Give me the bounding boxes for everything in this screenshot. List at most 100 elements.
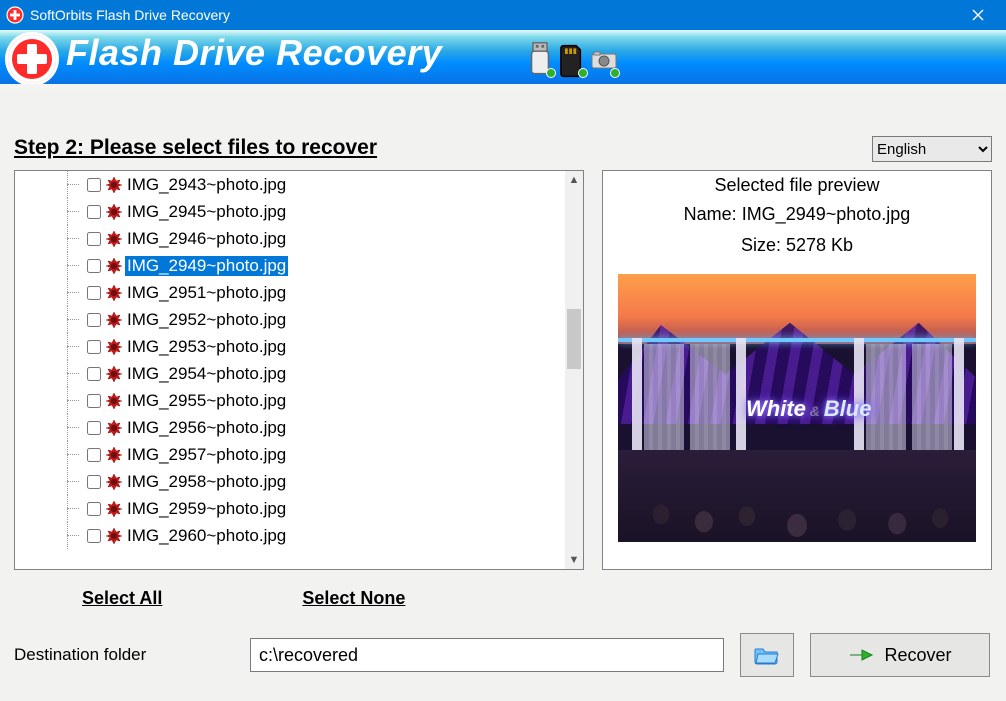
- file-checkbox[interactable]: [87, 340, 101, 354]
- scroll-thumb[interactable]: [567, 309, 581, 369]
- image-file-icon: [105, 257, 123, 275]
- camera-icon: [590, 44, 618, 76]
- file-checkbox[interactable]: [87, 232, 101, 246]
- tree-line: [57, 360, 83, 387]
- file-name-label: IMG_2946~photo.jpg: [125, 229, 288, 249]
- file-checkbox[interactable]: [87, 421, 101, 435]
- image-file-icon: [105, 365, 123, 383]
- file-name-label: IMG_2943~photo.jpg: [125, 175, 288, 195]
- file-row[interactable]: IMG_2945~photo.jpg: [15, 198, 565, 225]
- image-file-icon: [105, 203, 123, 221]
- file-checkbox[interactable]: [87, 178, 101, 192]
- tree-line: [57, 441, 83, 468]
- file-row[interactable]: IMG_2959~photo.jpg: [15, 495, 565, 522]
- file-checkbox[interactable]: [87, 529, 101, 543]
- tree-line: [57, 333, 83, 360]
- file-name-label: IMG_2957~photo.jpg: [125, 445, 288, 465]
- destination-folder-input[interactable]: [250, 638, 724, 672]
- app-logo: [8, 35, 56, 83]
- tree-line: [57, 252, 83, 279]
- file-checkbox[interactable]: [87, 286, 101, 300]
- image-file-icon: [105, 230, 123, 248]
- tree-line: [57, 414, 83, 441]
- window-close-button[interactable]: [956, 0, 1000, 30]
- app-banner: Flash Drive Recovery: [0, 30, 1006, 90]
- file-name-label: IMG_2945~photo.jpg: [125, 202, 288, 222]
- file-row[interactable]: IMG_2958~photo.jpg: [15, 468, 565, 495]
- file-list[interactable]: IMG_2943~photo.jpg IMG_2945~photo.jpg IM…: [15, 171, 565, 569]
- file-row[interactable]: IMG_2960~photo.jpg: [15, 522, 565, 549]
- file-row[interactable]: IMG_2951~photo.jpg: [15, 279, 565, 306]
- preview-file-size: Size: 5278 Kb: [741, 235, 853, 256]
- file-name-label: IMG_2952~photo.jpg: [125, 310, 288, 330]
- image-file-icon: [105, 311, 123, 329]
- preview-name-label: Name:: [684, 204, 742, 224]
- image-file-icon: [105, 392, 123, 410]
- file-row[interactable]: IMG_2957~photo.jpg: [15, 441, 565, 468]
- file-row[interactable]: IMG_2952~photo.jpg: [15, 306, 565, 333]
- file-row[interactable]: IMG_2955~photo.jpg: [15, 387, 565, 414]
- file-row[interactable]: IMG_2943~photo.jpg: [15, 171, 565, 198]
- window-title: SoftOrbits Flash Drive Recovery: [30, 7, 230, 23]
- tree-line: [57, 279, 83, 306]
- file-name-label: IMG_2953~photo.jpg: [125, 337, 288, 357]
- file-list-scrollbar[interactable]: ▲ ▼: [565, 171, 583, 569]
- tree-line: [57, 171, 83, 198]
- image-file-icon: [105, 284, 123, 302]
- preview-overlay-text-white: White: [746, 396, 806, 421]
- preview-file-name: Name: IMG_2949~photo.jpg: [684, 204, 911, 225]
- image-file-icon: [105, 419, 123, 437]
- file-row[interactable]: IMG_2954~photo.jpg: [15, 360, 565, 387]
- tree-line: [57, 198, 83, 225]
- preview-heading: Selected file preview: [714, 175, 879, 196]
- image-file-icon: [105, 176, 123, 194]
- image-file-icon: [105, 500, 123, 518]
- file-name-label: IMG_2959~photo.jpg: [125, 499, 288, 519]
- scroll-track[interactable]: [565, 189, 583, 551]
- file-row[interactable]: IMG_2949~photo.jpg: [15, 252, 565, 279]
- file-checkbox[interactable]: [87, 205, 101, 219]
- select-none-link[interactable]: Select None: [302, 588, 405, 609]
- language-select[interactable]: English: [872, 136, 992, 162]
- file-checkbox[interactable]: [87, 367, 101, 381]
- image-file-icon: [105, 446, 123, 464]
- file-name-label: IMG_2954~photo.jpg: [125, 364, 288, 384]
- file-row[interactable]: IMG_2946~photo.jpg: [15, 225, 565, 252]
- file-name-label: IMG_2955~photo.jpg: [125, 391, 288, 411]
- file-row[interactable]: IMG_2953~photo.jpg: [15, 333, 565, 360]
- file-name-label: IMG_2960~photo.jpg: [125, 526, 288, 546]
- scroll-up-button[interactable]: ▲: [565, 171, 583, 189]
- tree-line: [57, 522, 83, 549]
- recover-button-label: Recover: [884, 645, 951, 666]
- file-list-panel: IMG_2943~photo.jpg IMG_2945~photo.jpg IM…: [14, 170, 584, 570]
- usb-drive-icon: [526, 44, 554, 76]
- supported-devices: [526, 44, 618, 76]
- file-checkbox[interactable]: [87, 313, 101, 327]
- file-checkbox[interactable]: [87, 394, 101, 408]
- browse-folder-button[interactable]: [740, 633, 794, 677]
- preview-name-value: IMG_2949~photo.jpg: [742, 204, 911, 224]
- preview-image: White & Blue: [618, 274, 976, 542]
- select-all-link[interactable]: Select All: [82, 588, 162, 609]
- file-name-label: IMG_2958~photo.jpg: [125, 472, 288, 492]
- tree-line: [57, 306, 83, 333]
- file-checkbox[interactable]: [87, 259, 101, 273]
- tree-line: [57, 387, 83, 414]
- file-name-label: IMG_2949~photo.jpg: [125, 256, 288, 276]
- close-icon: [972, 9, 984, 21]
- main-content: Step 2: Please select files to recover E…: [0, 90, 1006, 701]
- recover-arrow-icon: [848, 645, 874, 665]
- preview-overlay-text-blue: Blue: [824, 396, 872, 421]
- image-file-icon: [105, 473, 123, 491]
- folder-icon: [754, 645, 780, 665]
- tree-line: [57, 468, 83, 495]
- recover-button[interactable]: Recover: [810, 633, 990, 677]
- scroll-down-button[interactable]: ▼: [565, 551, 583, 569]
- file-name-label: IMG_2951~photo.jpg: [125, 283, 288, 303]
- file-checkbox[interactable]: [87, 502, 101, 516]
- window-titlebar: SoftOrbits Flash Drive Recovery: [0, 0, 1006, 30]
- image-file-icon: [105, 527, 123, 545]
- file-row[interactable]: IMG_2956~photo.jpg: [15, 414, 565, 441]
- file-checkbox[interactable]: [87, 448, 101, 462]
- file-checkbox[interactable]: [87, 475, 101, 489]
